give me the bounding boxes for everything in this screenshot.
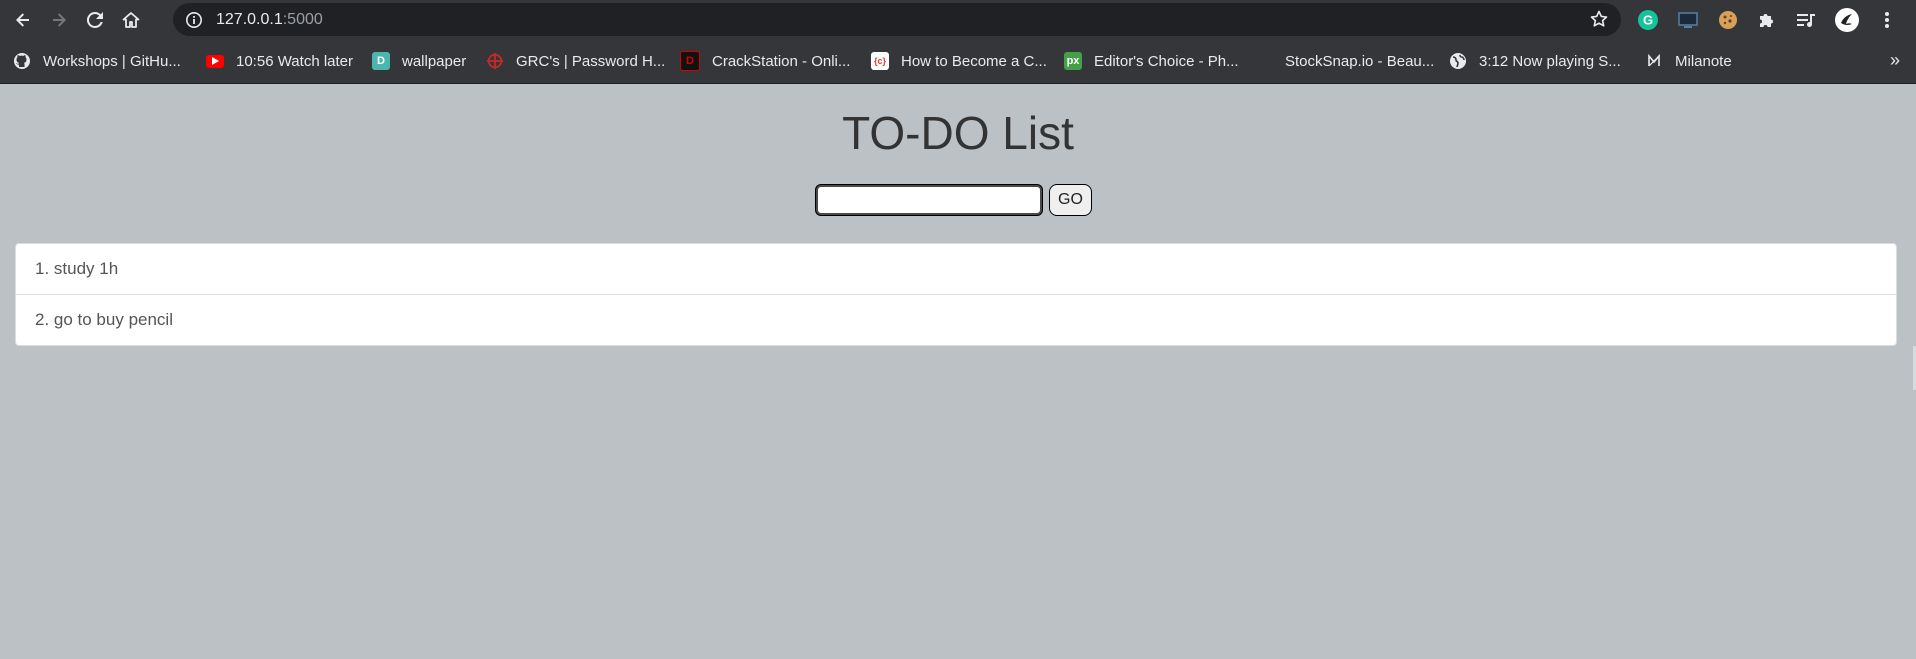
home-icon[interactable] xyxy=(117,6,145,34)
todo-list: 1. study 1h 2. go to buy pencil xyxy=(15,243,1897,346)
kebab-menu-icon[interactable] xyxy=(1874,7,1900,33)
bookmark-crackstation[interactable]: D CrackStation - Onli... xyxy=(680,50,850,72)
browser-toolbar: 127.0.0.1:5000 G xyxy=(0,0,1916,40)
bookmark-wallpaper[interactable]: Dwallpaper xyxy=(372,50,466,72)
grammarly-icon[interactable]: G xyxy=(1635,7,1661,33)
url-text: 127.0.0.1:5000 xyxy=(216,10,323,28)
crackstation-icon: D xyxy=(680,51,700,71)
youtube-icon xyxy=(206,54,224,68)
cookie-icon[interactable] xyxy=(1715,7,1741,33)
code-icon: {c} xyxy=(871,52,889,70)
address-bar[interactable]: 127.0.0.1:5000 xyxy=(173,3,1621,36)
bookmark-stocksnap[interactable]: StockSnap.io - Beau... xyxy=(1285,50,1434,72)
github-icon xyxy=(13,52,31,70)
bookmark-how-to-become[interactable]: {c} How to Become a C... xyxy=(871,50,1047,72)
profile-avatar[interactable] xyxy=(1834,7,1860,33)
bookmark-editors-choice[interactable]: px Editor's Choice - Ph... xyxy=(1064,50,1239,72)
grc-icon xyxy=(486,52,504,70)
milanote-icon xyxy=(1645,52,1663,70)
wallpaper-icon: D xyxy=(372,52,390,70)
bookmarks-overflow-button[interactable]: » xyxy=(1890,50,1900,71)
todo-input[interactable] xyxy=(815,184,1043,216)
page-title: TO-DO List xyxy=(842,107,1074,159)
todo-item[interactable]: 1. study 1h xyxy=(16,244,1896,294)
go-button[interactable]: GO xyxy=(1049,184,1092,216)
bookmarks-bar: Workshops | GitHu... 10:56 Watch later D… xyxy=(0,40,1916,84)
back-arrow-icon[interactable] xyxy=(9,6,37,34)
todo-item[interactable]: 2. go to buy pencil xyxy=(16,294,1896,345)
reload-icon[interactable] xyxy=(81,6,109,34)
todo-form: GO xyxy=(815,184,1092,216)
site-info-icon[interactable] xyxy=(184,10,204,30)
bookmark-github[interactable]: Workshops | GitHu... xyxy=(13,50,181,72)
svg-text:G: G xyxy=(1643,13,1653,28)
bookmark-grc[interactable]: GRC's | Password H... xyxy=(486,50,665,72)
media-queue-icon[interactable] xyxy=(1793,7,1819,33)
bookmark-milanote[interactable]: Milanote xyxy=(1645,50,1732,72)
puzzle-extensions-icon[interactable] xyxy=(1754,7,1780,33)
page-content: TO-DO List GO 1. study 1h 2. go to buy p… xyxy=(0,84,1916,659)
bookmark-star-icon[interactable] xyxy=(1589,9,1609,29)
bookmark-youtube[interactable]: 10:56 Watch later xyxy=(206,50,353,72)
forward-arrow-icon[interactable] xyxy=(45,6,73,34)
px-icon: px xyxy=(1064,52,1082,70)
globe-icon xyxy=(1449,52,1467,70)
bookmark-now-playing[interactable]: 3:12 Now playing S... xyxy=(1449,50,1621,72)
screen-cast-icon[interactable] xyxy=(1675,7,1701,33)
